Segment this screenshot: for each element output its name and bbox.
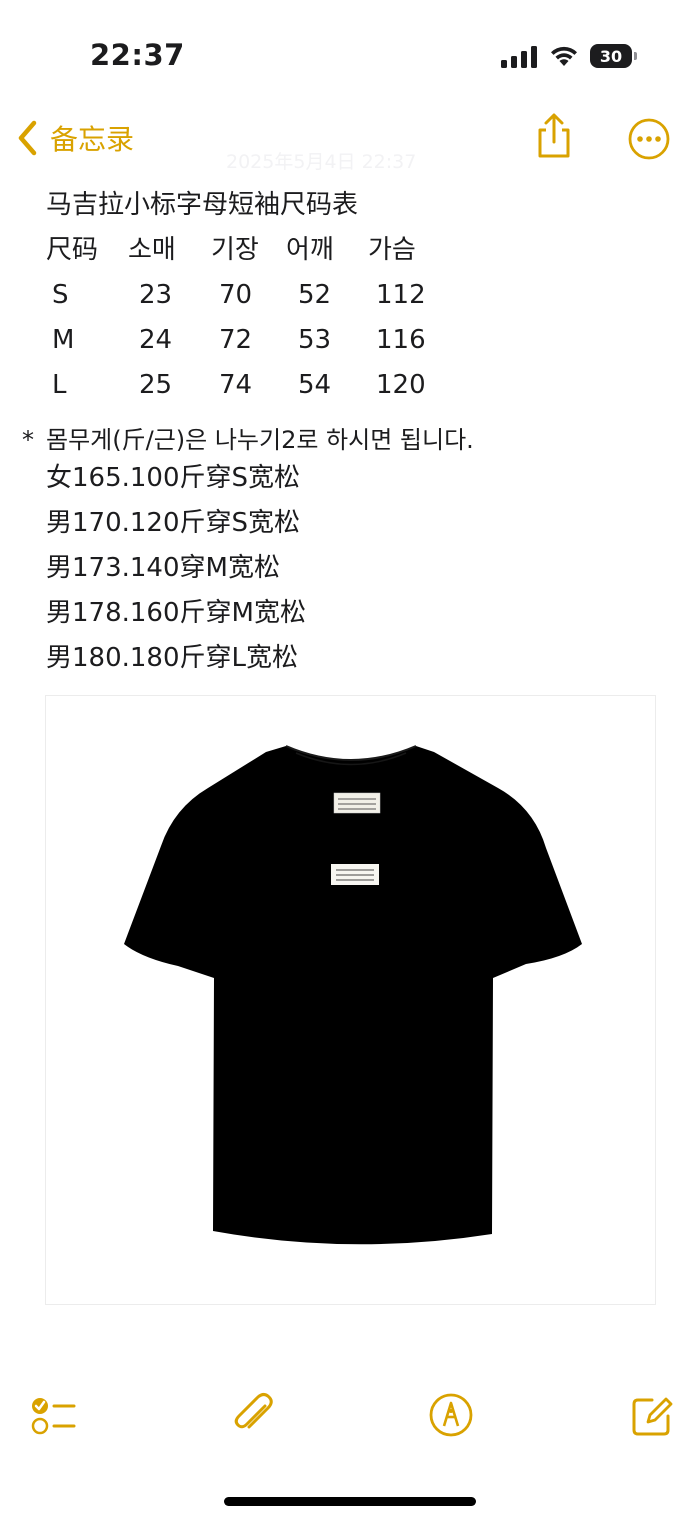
header-chest: 가슴 bbox=[368, 235, 416, 265]
header-length: 기장 bbox=[211, 235, 259, 265]
cell-size: M bbox=[52, 325, 75, 355]
cell-length: 74 bbox=[219, 370, 253, 400]
cell-shoulder: 52 bbox=[298, 280, 332, 310]
battery-icon: 30 bbox=[590, 44, 638, 68]
cell-size: L bbox=[52, 370, 67, 400]
status-time: 22:37 bbox=[90, 38, 185, 72]
cell-chest: 112 bbox=[376, 280, 426, 310]
fit-line: 男170.120斤穿S宽松 bbox=[46, 508, 301, 538]
weight-note: * 몸무게(斤/근)은 나누기2로 하시면 됩니다. bbox=[22, 425, 474, 455]
size-row-l: L 25 74 54 120 bbox=[46, 363, 666, 408]
cell-size: S bbox=[52, 280, 69, 310]
cell-length: 72 bbox=[219, 325, 253, 355]
fit-line: 男180.180斤穿L宽松 bbox=[46, 643, 299, 673]
bullet-marker: * bbox=[22, 426, 34, 454]
battery-cap bbox=[634, 52, 637, 60]
header-shoulder: 어깨 bbox=[286, 235, 334, 265]
size-row-s: S 23 70 52 112 bbox=[46, 273, 666, 318]
markup-pen-icon[interactable] bbox=[426, 1390, 476, 1440]
neck-label bbox=[333, 792, 381, 814]
note-body[interactable]: 马吉拉小标字母短袖尺码表 尺码 소매 기장 어깨 가슴 S 23 70 52 1… bbox=[46, 183, 666, 408]
cell-sleeve: 23 bbox=[139, 280, 173, 310]
chevron-left-icon bbox=[18, 120, 37, 156]
fit-line: 女165.100斤穿S宽松 bbox=[46, 463, 301, 493]
fit-recommendations: 女165.100斤穿S宽松 男170.120斤穿S宽松 男173.140穿M宽松… bbox=[46, 456, 306, 681]
size-row-m: M 24 72 53 116 bbox=[46, 318, 666, 363]
cell-length: 70 bbox=[219, 280, 253, 310]
cell-shoulder: 53 bbox=[298, 325, 332, 355]
compose-icon[interactable] bbox=[628, 1390, 678, 1440]
bottom-toolbar bbox=[0, 1390, 700, 1454]
cell-shoulder: 54 bbox=[298, 370, 332, 400]
cell-sleeve: 25 bbox=[139, 370, 173, 400]
home-indicator[interactable] bbox=[224, 1497, 476, 1506]
cellular-signal-icon bbox=[501, 46, 537, 68]
size-table-header: 尺码 소매 기장 어깨 가슴 bbox=[46, 228, 666, 273]
tshirt-image[interactable] bbox=[45, 695, 656, 1305]
paperclip-icon[interactable] bbox=[229, 1390, 279, 1440]
black-tshirt-illustration bbox=[124, 745, 582, 1245]
header-size: 尺码 bbox=[46, 235, 99, 265]
back-button[interactable]: 备忘录 bbox=[14, 116, 134, 160]
back-button-label: 备忘录 bbox=[50, 123, 135, 156]
fit-line: 男173.140穿M宽松 bbox=[46, 553, 280, 583]
checklist-icon[interactable] bbox=[30, 1390, 80, 1440]
fit-line: 男178.160斤穿M宽松 bbox=[46, 598, 306, 628]
more-options-icon[interactable] bbox=[627, 117, 671, 161]
note-date: 2025年5月4日 22:37 bbox=[226, 151, 417, 173]
cell-sleeve: 24 bbox=[139, 325, 173, 355]
wifi-icon bbox=[551, 46, 577, 66]
battery-level: 30 bbox=[590, 44, 632, 68]
share-icon[interactable] bbox=[532, 112, 576, 160]
cell-chest: 120 bbox=[376, 370, 426, 400]
header-sleeve: 소매 bbox=[128, 235, 176, 265]
status-bar: 22:37 30 bbox=[0, 0, 700, 110]
note-title: 马吉拉小标字母短袖尺码表 bbox=[46, 190, 359, 220]
cell-chest: 116 bbox=[376, 325, 426, 355]
weight-note-text: 몸무게(斤/근)은 나누기2로 하시면 됩니다. bbox=[46, 426, 474, 454]
